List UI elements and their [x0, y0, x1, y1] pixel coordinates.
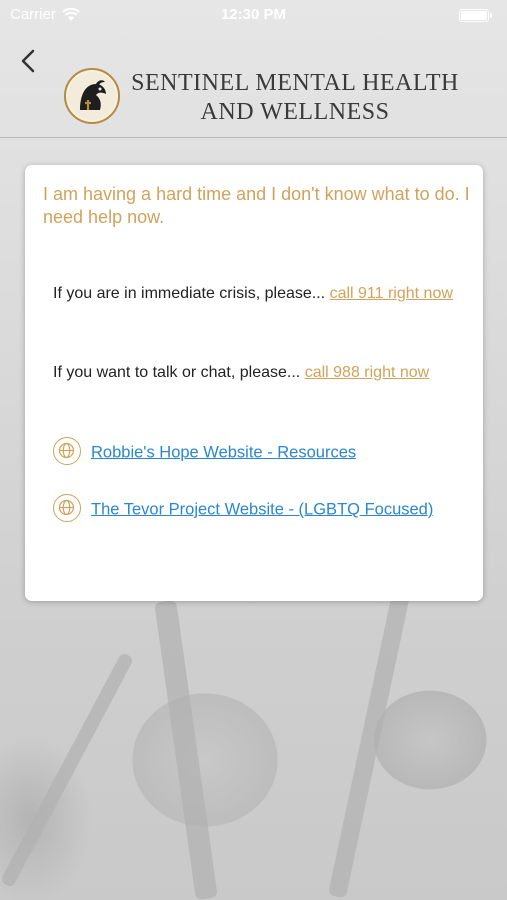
- globe-icon: [53, 494, 81, 522]
- battery-icon: [459, 9, 492, 22]
- back-button[interactable]: [14, 46, 44, 76]
- status-bar: Carrier 12:30 PM: [0, 0, 507, 30]
- app-header: SENTINEL MENTAL HEALTH AND WELLNESS: [0, 38, 507, 138]
- talk-text: If you want to talk or chat, please...: [53, 364, 305, 381]
- call-911-link[interactable]: call 911 right now: [330, 285, 453, 302]
- brand-line-2: AND WELLNESS: [200, 99, 390, 125]
- resource-item: The Tevor Project Website - (LGBTQ Focus…: [53, 494, 463, 524]
- sentinel-logo-icon: [68, 72, 116, 120]
- crisis-paragraph: If you are in immediate crisis, please..…: [53, 283, 463, 304]
- chevron-left-icon: [21, 49, 35, 73]
- resource-item: Robbie's Hope Website - Resources: [53, 437, 463, 467]
- talk-paragraph: If you want to talk or chat, please... c…: [53, 362, 463, 383]
- call-988-link[interactable]: call 988 right now: [305, 364, 430, 381]
- robbies-hope-link[interactable]: Robbie's Hope Website - Resources: [91, 443, 356, 461]
- globe-icon: [53, 437, 81, 465]
- brand-line-1: SENTINEL MENTAL HEALTH: [131, 70, 459, 96]
- status-time: 12:30 PM: [220, 6, 287, 23]
- app-brand-title: SENTINEL MENTAL HEALTH AND WELLNESS: [130, 69, 460, 127]
- trevor-project-link[interactable]: The Tevor Project Website - (LGBTQ Focus…: [91, 500, 433, 518]
- card-title: I am having a hard time and I don't know…: [43, 184, 470, 227]
- help-card: I am having a hard time and I don't know…: [25, 165, 483, 601]
- logo: [64, 68, 120, 124]
- crisis-text: If you are in immediate crisis, please..…: [53, 285, 330, 302]
